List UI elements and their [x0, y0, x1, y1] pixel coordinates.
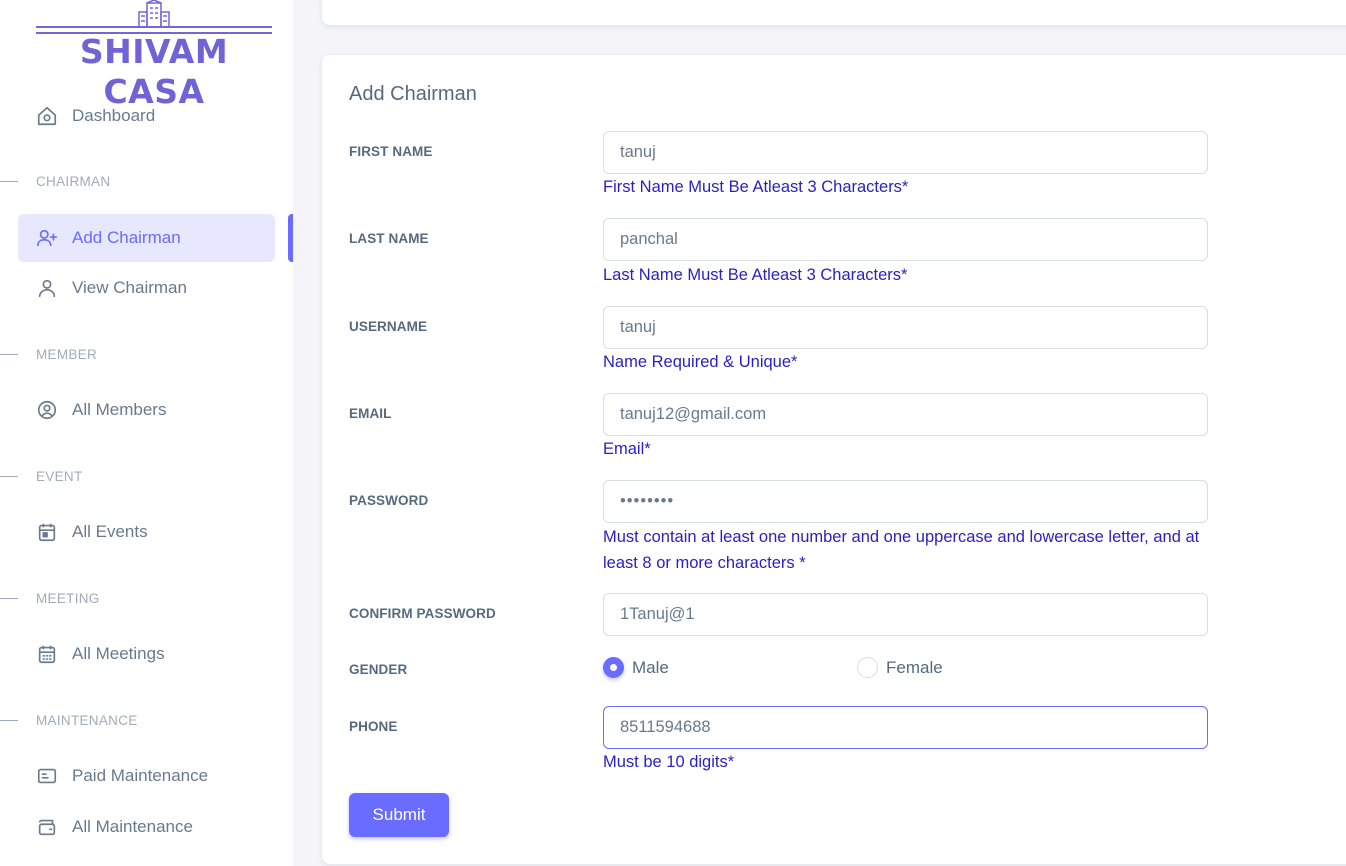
email-hint: Email*	[603, 440, 651, 458]
gender-male-label: Male	[632, 657, 669, 677]
email-input[interactable]: tanuj12@gmail.com	[603, 393, 1208, 436]
username-hint: Name Required & Unique*	[603, 353, 798, 371]
sidebar-item-view-chairman[interactable]: View Chairman	[18, 264, 275, 312]
confirm-password-input[interactable]: 1Tanuj@1	[603, 593, 1208, 636]
user-plus-icon	[36, 227, 58, 249]
radio-checked-icon	[603, 657, 624, 678]
sidebar-item-all-members[interactable]: All Members	[18, 386, 275, 434]
active-indicator	[288, 214, 293, 262]
gender-male-radio[interactable]: Male	[603, 657, 669, 678]
section-header-meeting: MEETING	[0, 588, 293, 608]
sidebar-item-label: Paid Maintenance	[72, 766, 209, 785]
confirm-password-label: CONFIRM PASSWORD	[349, 606, 496, 621]
phone-label: PHONE	[349, 719, 398, 734]
password-input[interactable]: ••••••••	[603, 480, 1208, 523]
first-name-hint: First Name Must Be Atleast 3 Characters*	[603, 178, 909, 196]
gender-label: GENDER	[349, 662, 408, 677]
last-name-label: LAST NAME	[349, 231, 429, 246]
sidebar-item-label: Dashboard	[72, 106, 156, 125]
sidebar-item-label: Add Chairman	[72, 228, 181, 247]
sidebar-item-label: All Members	[72, 400, 167, 419]
section-header-chairman: CHAIRMAN	[0, 171, 293, 191]
home-icon	[36, 105, 58, 127]
sidebar-item-label: All Events	[72, 522, 148, 541]
sidebar-item-label: All Maintenance	[72, 817, 193, 836]
first-name-label: FIRST NAME	[349, 144, 433, 159]
sidebar-item-dashboard[interactable]: Dashboard	[18, 92, 275, 140]
phone-hint: Must be 10 digits*	[603, 753, 735, 771]
phone-input[interactable]: 8511594688	[603, 706, 1208, 749]
section-header-event: EVENT	[0, 466, 293, 486]
first-name-input[interactable]: tanuj	[603, 131, 1208, 174]
sidebar-item-label: All Meetings	[72, 644, 165, 663]
sidebar-item-all-events[interactable]: All Events	[18, 508, 275, 556]
top-card	[322, 0, 1346, 25]
password-label: PASSWORD	[349, 493, 429, 508]
sidebar-item-paid-maintenance[interactable]: Paid Maintenance	[18, 752, 275, 800]
user-circle-icon	[36, 399, 58, 421]
radio-unchecked-icon	[857, 657, 878, 678]
sidebar-item-all-meetings[interactable]: All Meetings	[18, 630, 275, 678]
user-icon	[36, 277, 58, 299]
submit-button[interactable]: Submit	[349, 793, 449, 837]
sidebar-item-add-chairman[interactable]: Add Chairman	[18, 214, 275, 262]
last-name-input[interactable]: panchal	[603, 218, 1208, 261]
calendar-icon	[36, 521, 58, 543]
section-header-member: MEMBER	[0, 344, 293, 364]
username-input[interactable]: tanuj	[603, 306, 1208, 349]
calendar-grid-icon	[36, 643, 58, 665]
sidebar: SHIVAM CASA Dashboard CHAIRMAN Add Chair…	[0, 0, 293, 866]
sidebar-item-all-maintenance[interactable]: All Maintenance	[18, 803, 275, 851]
username-label: USERNAME	[349, 319, 428, 334]
gender-female-radio[interactable]: Female	[857, 657, 943, 678]
sidebar-item-label: View Chairman	[72, 278, 187, 297]
id-card-icon	[36, 765, 58, 787]
wallet-icon	[36, 816, 58, 838]
last-name-hint: Last Name Must Be Atleast 3 Characters*	[603, 266, 908, 284]
gender-female-label: Female	[886, 657, 943, 677]
section-header-maintenance: MAINTENANCE	[0, 710, 293, 730]
brand-logo[interactable]: SHIVAM CASA	[36, 0, 272, 111]
email-label: EMAIL	[349, 406, 392, 421]
page-title: Add Chairman	[349, 83, 477, 105]
password-hint: Must contain at least one number and one…	[603, 528, 1200, 572]
